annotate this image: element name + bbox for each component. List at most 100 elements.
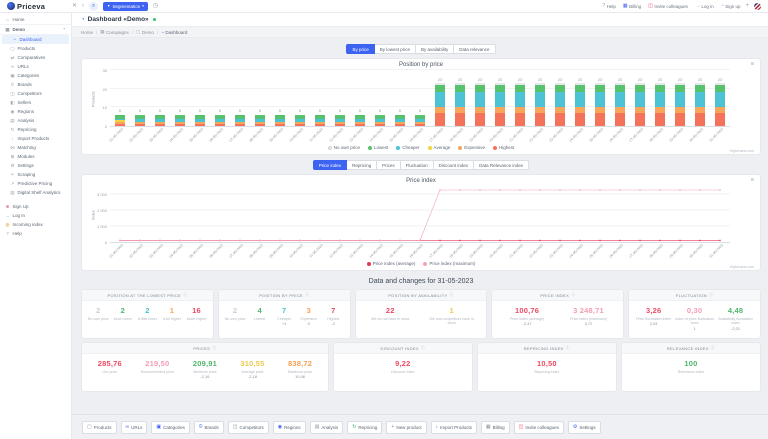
topbar-link-log-in[interactable]: →Log in: [695, 4, 714, 9]
sidebar-item-demo[interactable]: ▦Demo⌃: [0, 25, 71, 35]
sidebar-item-modules[interactable]: ⊞Modules: [0, 152, 71, 161]
legend-item-price-index-average[interactable]: Price index (average): [367, 261, 416, 266]
close-icon[interactable]: ✕: [72, 3, 77, 9]
toolbar-button-urls[interactable]: ∞URLs: [121, 421, 148, 434]
stat-card-header: Pricesⓘ: [82, 343, 328, 354]
tab-by-lowest-price[interactable]: By lowest price: [374, 44, 416, 54]
toolbar-button-products[interactable]: ▢Products: [82, 421, 117, 434]
back-icon[interactable]: ‹: [82, 3, 84, 9]
plus-icon[interactable]: +: [745, 3, 749, 9]
breadcrumb-item-demo[interactable]: ▢Demo: [136, 29, 154, 35]
info-icon[interactable]: ⓘ: [421, 345, 425, 351]
info-icon[interactable]: ⓘ: [709, 292, 713, 298]
sidebar-item-competitors[interactable]: ◫Competitors: [0, 89, 71, 98]
tab-price-index[interactable]: Price index: [313, 160, 347, 170]
chart-menu-icon[interactable]: ≡: [751, 178, 754, 184]
toolbar-button-invite-colleagues[interactable]: ◫Invite colleagues: [514, 421, 564, 434]
tab-repricing[interactable]: Repricing: [346, 160, 377, 170]
tab-by-price[interactable]: By price: [346, 44, 374, 54]
sidebar-item-brands[interactable]: ©Brands: [0, 80, 71, 89]
segmentation-label: Segmentation: [113, 4, 141, 9]
sidebar-item-regions[interactable]: ◉Regions: [0, 107, 71, 116]
bar-stack: [595, 83, 605, 126]
bar-stack: [195, 115, 205, 126]
legend-item-expensive[interactable]: Expensive: [458, 145, 485, 150]
sidebar-item-dashboard[interactable]: ◔Dashboard: [2, 35, 69, 44]
legend-item-highest[interactable]: Highest: [493, 145, 514, 150]
sidebar-item-label: Competitors: [18, 91, 42, 96]
y-axis-ticks: 0102030: [96, 71, 110, 127]
breadcrumb-item-home[interactable]: Home: [81, 30, 93, 35]
legend-item-lowest[interactable]: Lowest: [368, 145, 388, 150]
sidebar-item-repricing[interactable]: ↻Repricing: [0, 125, 71, 134]
sidebar-item-comparatives[interactable]: ⇄Comparatives: [0, 53, 71, 62]
sidebar-item-log-in[interactable]: →Log In: [0, 211, 71, 220]
toolbar-button-new-product[interactable]: +New product: [386, 421, 426, 434]
sidebar-item-matching[interactable]: ⋈Matching: [0, 143, 71, 152]
sidebar-item-scraping[interactable]: ✂Scraping: [0, 170, 71, 179]
info-icon[interactable]: ⓘ: [212, 345, 216, 351]
segmentation-button[interactable]: ▼ Segmentation ▾: [103, 2, 148, 11]
tab-fluctuation[interactable]: Fluctuation: [400, 160, 434, 170]
bar-chart: Products 0102030 66666666666666662323232…: [90, 71, 752, 127]
search-icon[interactable]: ⌕: [89, 2, 98, 11]
chart-menu-icon[interactable]: ≡: [751, 62, 754, 68]
legend-item-cheaper[interactable]: Cheaper: [396, 145, 419, 150]
tab-prices[interactable]: Prices: [376, 160, 401, 170]
sidebar-item-sellers[interactable]: ◧Sellers: [0, 98, 71, 107]
toolbar-button-regions[interactable]: ◉Regions: [273, 421, 306, 434]
metric-discount-index: 9,22Discount index: [338, 360, 468, 374]
sidebar-item-help[interactable]: ?Help: [0, 229, 71, 238]
bar-stack: [355, 115, 365, 126]
toolbar-button-analysis[interactable]: ▤Analysis: [310, 421, 344, 434]
info-icon[interactable]: ⓘ: [571, 292, 575, 298]
sidebar-item-predictive-pricing[interactable]: ↗Predictive Pricing: [0, 179, 71, 188]
sidebar-item-settings[interactable]: ⚙Settings: [0, 161, 71, 170]
legend-item-no-own-price[interactable]: No own price: [328, 145, 360, 150]
sidebar-item-sign-up[interactable]: ⊕Sign Up: [0, 202, 71, 211]
legend-item-average[interactable]: Average: [428, 145, 451, 150]
x-label-slot: 19-05-2023: [470, 243, 490, 259]
priceva-logo[interactable]: Priceva: [7, 2, 67, 11]
tab-data-relevance[interactable]: Data relevance: [453, 44, 495, 54]
breadcrumb-item-dashboard[interactable]: ◔Dashboard: [161, 30, 187, 35]
sidebar-item-products[interactable]: ▢Products: [0, 44, 71, 53]
info-icon[interactable]: ⓘ: [566, 345, 570, 351]
topbar-link-invite-colleagues[interactable]: ◫Invite colleagues: [648, 4, 688, 9]
toolbar-button-categories[interactable]: ▣Categories: [151, 421, 190, 434]
sidebar-item-import-products[interactable]: ↓Import Products: [0, 134, 71, 143]
bar-segment-lowest: [675, 85, 685, 92]
toolbar-button-import-products[interactable]: ↓Import Products: [431, 421, 477, 434]
sidebar-item-categories[interactable]: ▣Categories: [0, 71, 71, 80]
bar-value-label: 23: [518, 79, 522, 83]
sidebar-item-urls[interactable]: ∞URLs: [0, 62, 71, 71]
topbar-link-sign-up[interactable]: ◔Sign up: [721, 4, 741, 9]
toolbar-button-billing[interactable]: ▦Billing: [481, 421, 510, 434]
sidebar-item-home[interactable]: ⌂Home: [0, 15, 71, 25]
x-axis-label: 06-05-2023: [209, 128, 224, 143]
tab-by-availability[interactable]: By availability: [415, 44, 454, 54]
language-flag-icon[interactable]: [754, 3, 761, 10]
topbar-link-billing[interactable]: ▦Billing: [623, 4, 641, 9]
history-clock-icon[interactable]: ◷: [153, 3, 158, 9]
toolbar-button-settings[interactable]: ⚙Settings: [568, 421, 601, 434]
sidebar-item-incoming-index[interactable]: ◍Incoming index: [0, 220, 71, 229]
tab-discount-index[interactable]: Discount index: [433, 160, 475, 170]
info-icon[interactable]: ⓘ: [305, 292, 309, 298]
toolbar-button-brands[interactable]: ©Brands: [194, 421, 224, 434]
sidebar-item-digital-shelf-analytics[interactable]: ▥Digital Shelf Analytics: [0, 188, 71, 197]
stat-card-title: Position by price: [259, 293, 303, 298]
analysis-icon: ▤: [315, 425, 320, 430]
sidebar-item-label: Matching: [18, 145, 36, 150]
breadcrumb-item-campaigns[interactable]: ▦Campaigns: [100, 29, 129, 35]
toolbar-button-competitors[interactable]: ◫Competitors: [228, 421, 269, 434]
info-icon[interactable]: ⓘ: [449, 292, 453, 298]
info-icon[interactable]: ⓘ: [711, 345, 715, 351]
toolbar-button-repricing[interactable]: ↻Repricing: [347, 421, 382, 434]
legend-item-price-index-maximum[interactable]: Price index (maximum): [423, 261, 475, 266]
topbar-link-help[interactable]: ?Help: [602, 4, 616, 9]
bar-segment-cheaper: [715, 92, 725, 107]
sidebar-item-analysis[interactable]: ▤Analysis: [0, 116, 71, 125]
tab-data-relevance-index[interactable]: Data Relevance index: [473, 160, 529, 170]
info-icon[interactable]: ⓘ: [183, 292, 187, 298]
